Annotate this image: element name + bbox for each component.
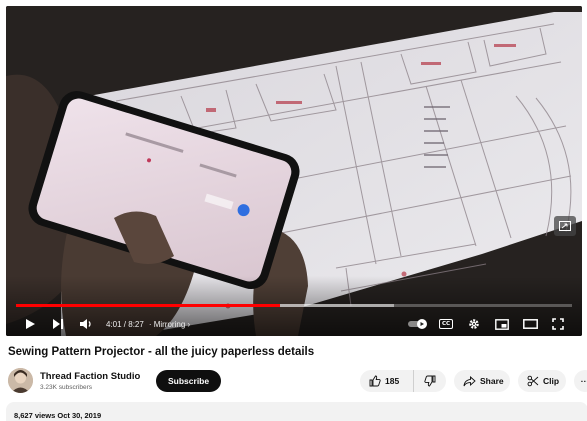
fullscreen-icon xyxy=(552,318,564,330)
share-button[interactable]: Share xyxy=(454,370,510,392)
captions-button[interactable]: CC xyxy=(432,313,460,335)
share-label: Share xyxy=(480,376,504,386)
video-player[interactable]: 4:01 / 8:27 · Mirroring › CC xyxy=(6,6,582,336)
clip-button[interactable]: Clip xyxy=(518,370,566,392)
fullscreen-button[interactable] xyxy=(544,313,572,335)
theater-mode-button[interactable] xyxy=(516,313,544,335)
gear-icon xyxy=(469,319,479,329)
progress-bar[interactable] xyxy=(16,304,572,307)
player-controls: 4:01 / 8:27 · Mirroring › CC xyxy=(6,312,582,336)
autoplay-toggle-icon xyxy=(408,319,427,329)
like-button[interactable]: 185 xyxy=(360,370,414,392)
chapter-title[interactable]: · Mirroring › xyxy=(149,320,190,329)
captions-icon: CC xyxy=(439,319,453,329)
clip-badge-icon[interactable] xyxy=(554,216,576,236)
dislike-button[interactable] xyxy=(414,370,446,392)
video-title: Sewing Pattern Projector - all the juicy… xyxy=(8,346,315,358)
play-button[interactable] xyxy=(16,313,44,335)
channel-row: Thread Faction Studio 3.23K subscribers … xyxy=(8,367,587,395)
scissors-icon xyxy=(527,375,539,387)
channel-avatar[interactable] xyxy=(8,368,33,393)
chapter-label: Mirroring xyxy=(153,319,186,329)
thumbs-down-icon xyxy=(424,375,436,387)
share-icon xyxy=(463,375,476,386)
theater-mode-icon xyxy=(522,319,538,329)
next-icon xyxy=(53,319,63,329)
volume-button[interactable] xyxy=(72,313,100,335)
clip-label: Clip xyxy=(543,376,560,386)
miniplayer-button[interactable] xyxy=(488,313,516,335)
view-count-date: 8,627 views Oct 30, 2019 xyxy=(14,411,102,420)
like-dislike-group: 185 xyxy=(360,370,446,392)
thumbs-up-icon xyxy=(369,375,381,387)
channel-name[interactable]: Thread Faction Studio xyxy=(40,371,140,382)
time-display: 4:01 / 8:27 xyxy=(106,319,144,329)
subscriber-count: 3.23K subscribers xyxy=(40,384,93,391)
miniplayer-icon xyxy=(495,318,509,330)
settings-button[interactable] xyxy=(460,313,488,335)
description-box[interactable]: 8,627 views Oct 30, 2019 xyxy=(6,402,587,421)
volume-icon xyxy=(80,319,91,329)
progress-played xyxy=(16,304,281,307)
next-button[interactable] xyxy=(44,313,72,335)
autoplay-toggle[interactable] xyxy=(404,313,432,335)
play-icon xyxy=(26,319,35,329)
more-icon: ··· xyxy=(580,376,587,386)
like-count: 185 xyxy=(385,376,400,386)
more-actions-button[interactable]: ··· xyxy=(574,370,587,392)
subscribe-button[interactable]: Subscribe xyxy=(156,370,222,392)
